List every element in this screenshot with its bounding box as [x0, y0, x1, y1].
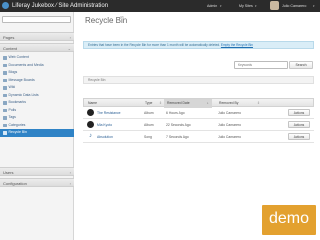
album-icon	[87, 109, 94, 116]
entry-name-link[interactable]: The Resistance	[97, 107, 121, 119]
web-content-icon	[3, 56, 7, 60]
section-pages-label: Pages	[3, 35, 15, 40]
dynamic-data-lists-icon	[3, 93, 7, 97]
section-users-label: Users	[3, 170, 14, 175]
table-row[interactable]: The Resistance Album 6 Hours Ago Julio C…	[83, 107, 314, 119]
entry-name-link[interactable]: Mia Kyoto	[97, 119, 112, 131]
entry-name-link[interactable]: Absolution	[97, 131, 113, 143]
actions-button[interactable]: Actions	[288, 133, 310, 140]
demo-badge: demo	[262, 205, 316, 235]
breadcrumb[interactable]: Recycle Bin	[83, 76, 314, 84]
sidebar-item-label: Wiki	[8, 85, 16, 89]
sidebar-search-input[interactable]	[2, 16, 71, 23]
user-name-menu[interactable]: Julio Camarero	[282, 1, 306, 11]
admin-caret-icon[interactable]: ▾	[220, 1, 222, 11]
sidebar-item-label: Message Boards	[8, 77, 35, 82]
sidebar-item-label: Web Content	[8, 55, 29, 59]
sidebar-item-polls[interactable]: Polls	[0, 107, 74, 115]
sidebar-item-documents[interactable]: Documents and Media	[0, 62, 74, 70]
sidebar-item-web-content[interactable]: Web Content	[0, 54, 74, 62]
sidebar-item-blogs[interactable]: Blogs	[0, 69, 74, 77]
content-menu: Web Content Documents and Media Blogs Me…	[0, 54, 74, 137]
sidebar-item-categories[interactable]: Categories	[0, 122, 74, 130]
sidebar-item-bookmarks[interactable]: Bookmarks	[0, 99, 74, 107]
sidebar-item-recycle-bin[interactable]: Recycle Bin	[0, 129, 74, 137]
my-sites-menu[interactable]: My Sites	[239, 1, 253, 11]
info-alert: Entries that have been in the Recycle Bi…	[83, 41, 314, 49]
entries-table: Name Type ⇕ Removed Date ↓ Removed By ⇕ …	[83, 98, 314, 143]
site-title: Liferay Jukebox ⁄ Site Administration	[12, 3, 109, 9]
admin-menu[interactable]: Admin	[207, 1, 217, 11]
entry-type: Song	[144, 134, 152, 139]
entry-removed-date: 22 Seconds Ago	[166, 122, 191, 127]
recycle-bin-icon	[3, 131, 7, 135]
message-boards-icon	[3, 78, 7, 82]
section-content-label: Content	[3, 46, 18, 51]
entry-removed-date: 7 Seconds Ago	[166, 134, 189, 139]
sidebar-item-label: Documents and Media	[8, 62, 44, 67]
sidebar: Pages › Content ⌄ Web Content Documents …	[0, 12, 74, 240]
sidebar-item-tags[interactable]: Tags	[0, 114, 74, 122]
sidebar-item-label: Bookmarks	[8, 100, 27, 104]
chevron-down-icon: ⌄	[67, 46, 71, 51]
sidebar-item-label: Dynamic Data Lists	[8, 92, 39, 97]
sidebar-item-dynamic-data-lists[interactable]: Dynamic Data Lists	[0, 92, 74, 100]
table-row[interactable]: Mia Kyoto Album 22 Seconds Ago Julio Cam…	[83, 119, 314, 131]
sidebar-item-label: Recycle Bin	[8, 130, 27, 134]
bookmarks-icon	[3, 101, 7, 105]
section-configuration[interactable]: Configuration ›	[0, 178, 74, 187]
categories-icon	[3, 123, 7, 127]
chevron-right-icon: ›	[69, 170, 71, 175]
chevron-right-icon: ›	[69, 35, 71, 40]
entry-removed-by: Julio Camarero	[218, 134, 241, 139]
alert-text: Entries that have been in the Recycle Bi…	[88, 43, 220, 47]
entry-type: Album	[144, 110, 154, 115]
actions-label: Actions	[293, 123, 305, 127]
sidebar-item-label: Polls	[8, 107, 17, 112]
blogs-icon	[3, 71, 7, 75]
liferay-logo-icon[interactable]	[2, 2, 9, 9]
sidebar-item-label: Categories	[8, 122, 26, 127]
sidebar-item-wiki[interactable]: Wiki	[0, 84, 74, 92]
section-configuration-label: Configuration	[3, 181, 27, 186]
sidebar-item-message-boards[interactable]: Message Boards	[0, 77, 74, 85]
polls-icon	[3, 108, 7, 112]
actions-button[interactable]: Actions	[288, 109, 310, 116]
actions-label: Actions	[293, 135, 305, 139]
tags-icon	[3, 116, 7, 120]
album-icon	[87, 121, 94, 128]
empty-recycle-bin-link[interactable]: Empty the Recycle Bin	[221, 43, 253, 47]
sidebar-item-label: Tags	[8, 115, 16, 119]
my-sites-caret-icon[interactable]: ▾	[255, 1, 257, 11]
entry-removed-date: 6 Hours Ago	[166, 110, 185, 115]
search-input[interactable]	[234, 61, 288, 69]
chevron-right-icon: ›	[69, 181, 71, 186]
documents-icon	[3, 63, 7, 67]
wiki-icon	[3, 86, 7, 90]
actions-label: Actions	[293, 111, 305, 115]
demo-badge-label: demo	[268, 210, 310, 227]
entry-removed-by: Julio Camarero	[218, 122, 241, 127]
help-icon[interactable]: (?)	[120, 15, 124, 19]
dockbar: Liferay Jukebox ⁄ Site Administration Ad…	[0, 0, 320, 12]
table-header: Name Type ⇕ Removed Date ↓ Removed By ⇕	[83, 98, 314, 108]
actions-button[interactable]: Actions	[288, 121, 310, 128]
section-content[interactable]: Content ⌄	[0, 43, 74, 52]
section-users[interactable]: Users ›	[0, 167, 74, 176]
entry-type: Album	[144, 122, 154, 127]
user-avatar[interactable]	[270, 1, 279, 10]
entry-removed-by: Julio Camarero	[218, 110, 241, 115]
user-caret-icon[interactable]: ▾	[313, 1, 315, 11]
table-row[interactable]: ♪ Absolution Song 7 Seconds Ago Julio Ca…	[83, 131, 314, 143]
music-note-icon: ♪	[89, 133, 92, 139]
sidebar-item-label: Blogs	[8, 70, 18, 74]
search-button[interactable]: Search	[289, 61, 313, 69]
section-pages[interactable]: Pages ›	[0, 32, 74, 41]
